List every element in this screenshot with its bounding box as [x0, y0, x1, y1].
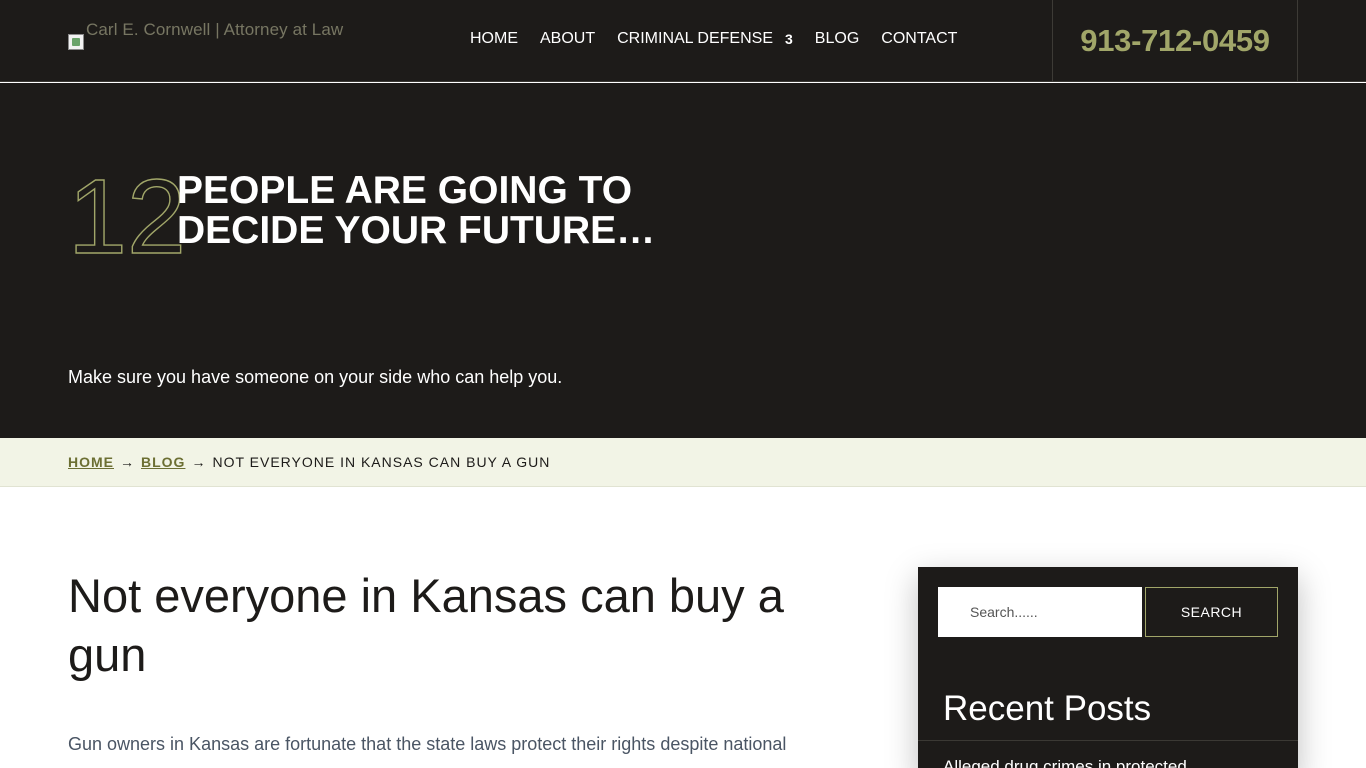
- nav-contact-label: CONTACT: [881, 30, 958, 47]
- breadcrumb-home-link[interactable]: HOME: [68, 454, 114, 470]
- hero-title: PEOPLE ARE GOING TO DECIDE YOUR FUTURE…: [177, 169, 656, 252]
- recent-posts-divider: [918, 740, 1298, 741]
- breadcrumb-separator: →: [191, 454, 207, 470]
- sidebar: SEARCH Recent Posts Alleged drug crimes …: [918, 567, 1298, 768]
- hero-number-outline: 12: [68, 157, 187, 263]
- logo-alt-text: Carl E. Cornwell | Attorney at Law: [86, 20, 344, 39]
- phone-box: 913-712-0459: [1052, 0, 1298, 82]
- dropdown-indicator-icon: 3: [785, 31, 793, 47]
- search-input[interactable]: [938, 587, 1142, 637]
- recent-post-link[interactable]: Alleged drug crimes in protected: [943, 757, 1187, 768]
- article-title: Not everyone in Kansas can buy a gun: [68, 569, 784, 681]
- nav-about[interactable]: ABOUT: [540, 30, 595, 48]
- nav-home-label: HOME: [470, 30, 518, 47]
- phone-number-link[interactable]: 913-712-0459: [1080, 23, 1270, 59]
- breadcrumb-blog-link[interactable]: BLOG: [141, 454, 185, 470]
- breadcrumb-separator: →: [120, 454, 135, 470]
- main-nav: HOME ABOUT CRIMINAL DEFENSE 3 BLOG CONTA…: [470, 30, 979, 48]
- nav-blog-label: BLOG: [814, 30, 860, 47]
- hero-subtitle: Make sure you have someone on your side …: [68, 367, 563, 387]
- recent-posts-title: Recent Posts: [943, 689, 1152, 728]
- nav-criminal-defense-label: CRIMINAL DEFENSE: [617, 30, 773, 47]
- breadcrumb-current: NOT EVERYONE IN KANSAS CAN BUY A GUN: [212, 454, 551, 470]
- hero-number-text: 12: [68, 158, 186, 263]
- site-header: Carl E. Cornwell | Attorney at Law HOME …: [0, 0, 1366, 82]
- nav-home[interactable]: HOME: [470, 30, 518, 48]
- nav-about-label: ABOUT: [540, 30, 596, 47]
- breadcrumb: HOME → BLOG → NOT EVERYONE IN KANSAS CAN…: [0, 438, 1366, 487]
- hero-section: 12 PEOPLE ARE GOING TO DECIDE YOUR FUTUR…: [0, 83, 1366, 438]
- site-logo[interactable]: Carl E. Cornwell | Attorney at Law: [68, 20, 343, 50]
- nav-blog[interactable]: BLOG: [815, 30, 859, 48]
- search-button[interactable]: SEARCH: [1145, 587, 1278, 637]
- broken-image-icon: [68, 34, 84, 50]
- article-body-text: Gun owners in Kansas are fortunate that …: [68, 734, 787, 754]
- nav-criminal-defense[interactable]: CRIMINAL DEFENSE 3: [617, 30, 793, 48]
- nav-contact[interactable]: CONTACT: [881, 30, 957, 48]
